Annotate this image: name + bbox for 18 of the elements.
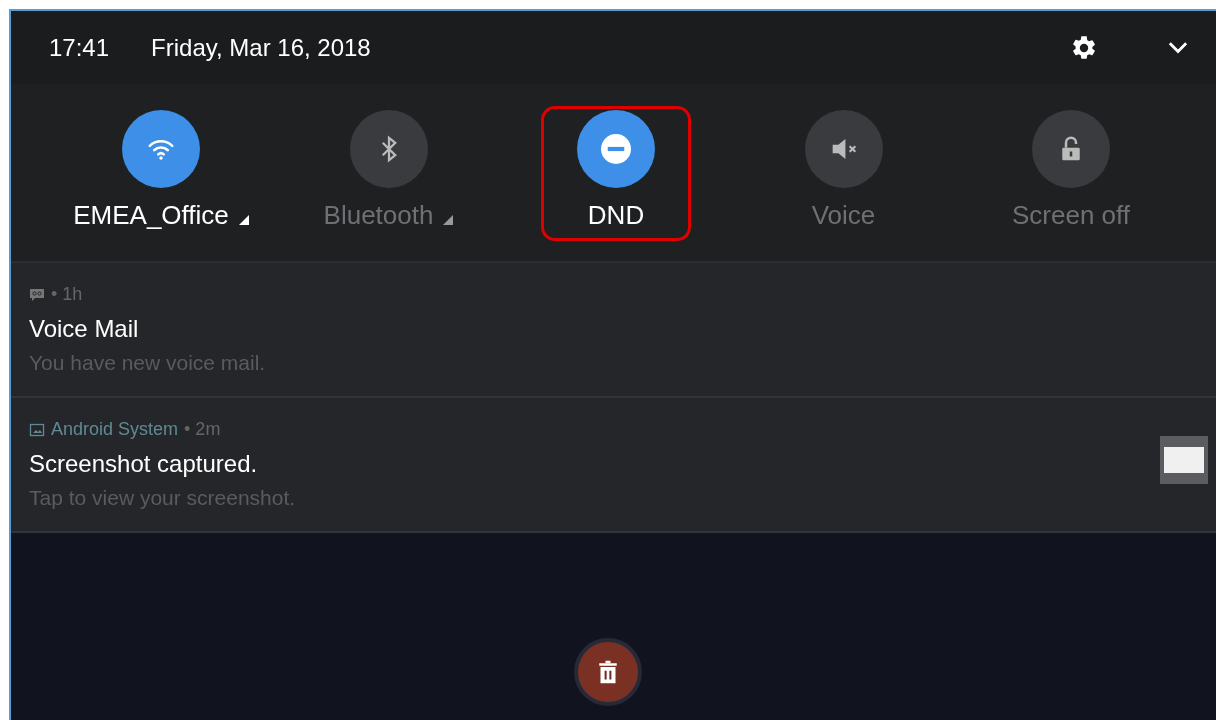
notification-time: • 1h [51, 284, 83, 305]
toggle-label: Bluetooth [323, 200, 434, 231]
date-text: Friday, Mar 16, 2018 [151, 33, 371, 62]
minus-circle-icon [598, 131, 634, 167]
notification-time: • 2m [184, 419, 221, 440]
toggle-label: Screen off [1011, 200, 1130, 231]
dropdown-triangle-icon[interactable] [238, 215, 249, 225]
dropdown-triangle-icon[interactable] [443, 215, 454, 225]
image-icon [29, 421, 45, 438]
toggle-label: EMEA_Office [73, 200, 229, 231]
notification-title: Screenshot captured. [29, 450, 259, 478]
settings-icon[interactable] [1070, 33, 1098, 62]
app-name: Android System [51, 419, 179, 440]
notification-title: Voice Mail [29, 315, 140, 343]
clock-time: 17:41 [49, 33, 110, 62]
toggle-label: DND [587, 200, 645, 231]
toggle-label: Voice [811, 200, 876, 231]
voicemail-icon [29, 286, 45, 303]
